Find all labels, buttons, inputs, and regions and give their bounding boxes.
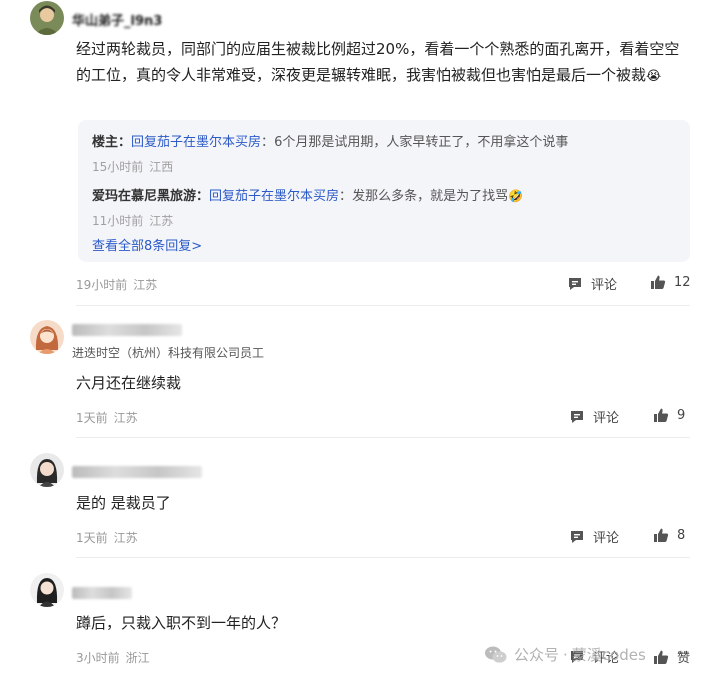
like-count: 9 (677, 407, 686, 423)
like-button[interactable]: 9 (653, 407, 685, 423)
comment-location: 江苏 (113, 531, 138, 545)
reply-meta: 11小时前 江苏 (92, 212, 173, 229)
reply-box: 楼主：回复茄子在墨尔本买房：6个月那是试用期，人家早转正了，不用拿这个说事 15… (78, 120, 690, 262)
like-button[interactable]: 8 (653, 527, 685, 543)
comment-icon (569, 277, 581, 290)
comment-label: 评论 (593, 411, 620, 426)
comment-meta: 3小时前 浙江 (76, 649, 150, 666)
comment-meta: 1天前 江苏 (76, 529, 138, 546)
view-all-replies-link[interactable]: 查看全部8条回复> (92, 235, 202, 254)
comment-text: 六月还在继续裁 (76, 374, 182, 392)
thumbs-up-icon (654, 528, 669, 542)
avatar[interactable] (30, 573, 64, 607)
comment-location: 江苏 (113, 411, 138, 425)
reply-location: 江苏 (149, 214, 174, 228)
crying-emoji: 😭 (646, 69, 662, 84)
comment-time: 1天前 (76, 411, 108, 425)
like-count: 12 (674, 274, 691, 290)
watermark-name: 蒙溪codes (571, 646, 646, 664)
author-name[interactable] (72, 464, 202, 479)
avatar[interactable] (30, 320, 64, 354)
comment-location: 江苏 (133, 278, 158, 292)
comment-text: 是的 是裁员了 (76, 494, 171, 512)
reply-author[interactable]: 楼主 (92, 135, 118, 150)
watermark-separator: · (563, 645, 568, 664)
comment-item: 是的 是裁员了 1天前 江苏 评论 8 (0, 452, 702, 558)
author-subtitle: 进迭时空（杭州）科技有限公司员工 (72, 346, 265, 360)
reply-item: 楼主：回复茄子在墨尔本买房：6个月那是试用期，人家早转正了，不用拿这个说事 (92, 135, 569, 150)
watermark: 公众号 · 蒙溪codes (484, 644, 646, 665)
reply-meta: 15小时前 江西 (92, 158, 173, 175)
comment-time: 1天前 (76, 531, 108, 545)
like-count: 8 (677, 527, 686, 543)
comment-meta: 1天前 江苏 (76, 409, 138, 426)
divider (76, 305, 690, 306)
reply-text: 6个月那是试用期，人家早转正了，不用拿这个说事 (274, 135, 569, 150)
comment-time: 19小时前 (76, 278, 128, 292)
wechat-icon (485, 646, 507, 663)
comment-text: 蹲后，只裁入职不到一年的人？ (76, 614, 287, 632)
like-button[interactable]: 赞 (653, 647, 690, 666)
author-name[interactable] (72, 585, 132, 600)
reply-target-link[interactable]: 回复茄子在墨尔本买房 (131, 135, 261, 150)
reply-location: 江西 (149, 160, 174, 174)
comment-item: 华山弟子_l9n3 经过两轮裁员，同部门的应届生被裁比例超过20%，看着一个个熟… (0, 0, 702, 306)
thumbs-up-icon (654, 650, 669, 664)
comment-label: 评论 (591, 278, 618, 293)
laughing-emoji: 🤣 (508, 189, 524, 203)
reply-time: 15小时前 (92, 160, 144, 174)
reply-time: 11小时前 (92, 214, 144, 228)
comment-item: 进迭时空（杭州）科技有限公司员工 六月还在继续裁 1天前 江苏 评论 9 (0, 318, 702, 438)
comment-label: 评论 (593, 531, 620, 546)
comment-button[interactable]: 评论 (569, 527, 619, 546)
comment-icon (571, 530, 583, 543)
reply-text: 发那么多条，就是为了找骂 (352, 189, 509, 204)
thumbs-up-icon (651, 275, 666, 289)
thumbs-up-icon (654, 408, 669, 422)
comment-item: 蹲后，只裁入职不到一年的人？ 3小时前 浙江 评论 赞 (0, 572, 702, 684)
comment-meta: 19小时前 江苏 (76, 276, 157, 293)
comment-icon (571, 410, 583, 423)
author-name[interactable]: 华山弟子_l9n3 (72, 10, 162, 29)
reply-target-link[interactable]: 回复茄子在墨尔本买房 (209, 189, 339, 204)
comment-text: 经过两轮裁员，同部门的应届生被裁比例超过20%，看着一个个熟悉的面孔离开，看着空… (76, 40, 680, 84)
author-name[interactable] (72, 322, 182, 337)
comment-time: 3小时前 (76, 651, 120, 665)
comment-button[interactable]: 评论 (567, 274, 617, 293)
reply-author[interactable]: 爱玛在慕尼黑旅游 (92, 189, 196, 204)
comment-location: 浙江 (125, 651, 150, 665)
avatar[interactable] (30, 1, 64, 35)
watermark-label: 公众号 (514, 646, 560, 664)
like-label: 赞 (677, 651, 691, 666)
reply-item: 爱玛在慕尼黑旅游：回复茄子在墨尔本买房：发那么多条，就是为了找骂🤣 (92, 189, 524, 204)
avatar[interactable] (30, 453, 64, 487)
divider (76, 557, 690, 558)
comment-button[interactable]: 评论 (569, 407, 619, 426)
like-button[interactable]: 12 (650, 274, 691, 290)
divider (76, 437, 690, 438)
